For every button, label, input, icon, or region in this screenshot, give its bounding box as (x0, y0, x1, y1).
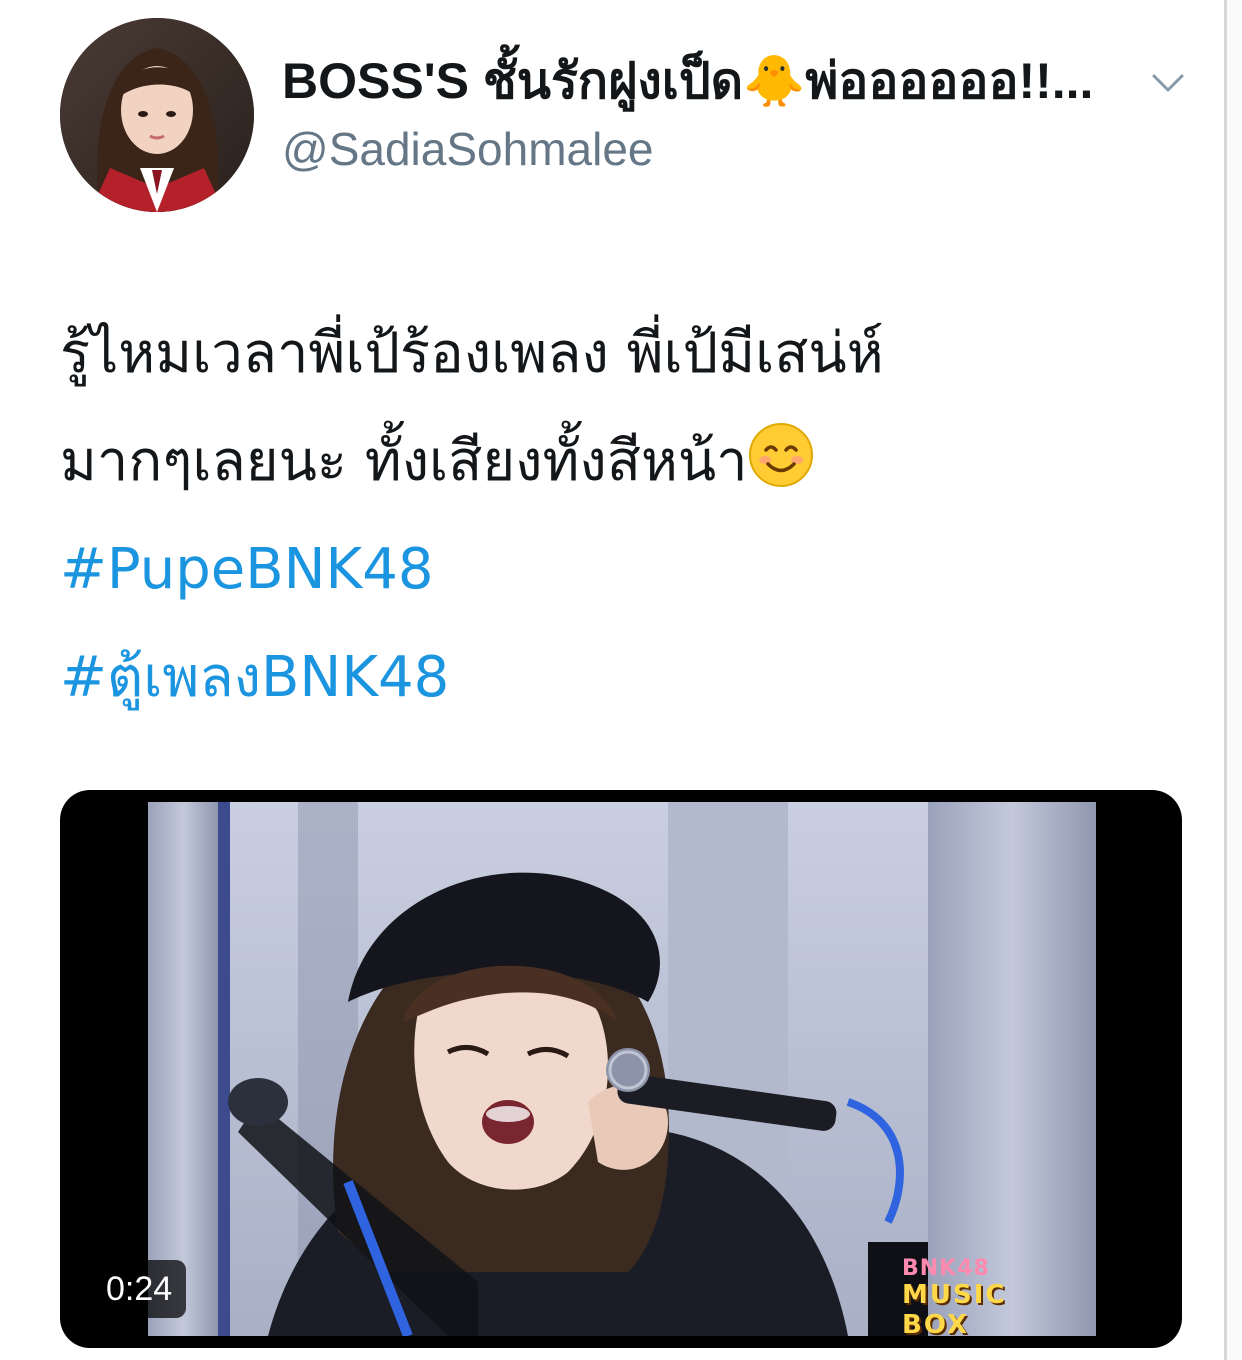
tweet-view: BOSS'S ชั้นรักฝูงเป็ด🐥พ่ออออออ!!... @Sad… (0, 0, 1242, 1360)
scrollbar-track[interactable] (1224, 0, 1242, 1360)
smiling-face-icon (748, 416, 814, 487)
hashtag-link-1[interactable]: #PupeBNK48 (60, 516, 1190, 624)
display-name[interactable]: BOSS'S ชั้นรักฝูงเป็ด🐥พ่ออออออ!!... (282, 50, 1182, 112)
tweet-text: รู้ไหมเวลาพี่เป้ร้องเพลง พี่เป้มีเสน่ห์ … (60, 300, 1190, 732)
tweet-line-2-text: มากๆเลยนะ ทั้งเสียงทั้งสีหน้า (60, 429, 748, 494)
video-duration-badge: 0:24 (92, 1260, 187, 1318)
video-player[interactable]: BNK48 MUSIC BOX 0:24 (60, 790, 1182, 1348)
chevron-down-icon[interactable] (1148, 62, 1188, 102)
video-logo-bottom: MUSIC BOX (902, 1280, 1007, 1340)
video-logo: BNK48 MUSIC BOX (902, 1256, 1072, 1340)
video-logo-top: BNK48 (902, 1256, 990, 1281)
hashtag-link-2[interactable]: #ตู้เพลงBNK48 (60, 624, 1190, 732)
avatar[interactable] (60, 18, 254, 212)
tweet-line-2: มากๆเลยนะ ทั้งเสียงทั้งสีหน้า (60, 408, 1190, 516)
tweet-line-1: รู้ไหมเวลาพี่เป้ร้องเพลง พี่เป้มีเสน่ห์ (60, 321, 884, 386)
user-handle[interactable]: @SadiaSohmalee (282, 120, 653, 178)
